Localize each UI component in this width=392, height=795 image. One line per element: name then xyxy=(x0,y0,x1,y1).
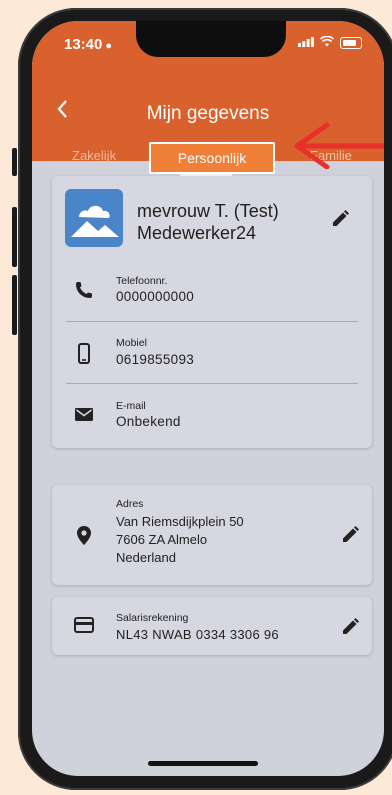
phone-value: 0000000000 xyxy=(116,289,195,304)
profile-card: mevrouw T. (Test) Medewerker24 Telefoonn… xyxy=(52,176,372,448)
notch xyxy=(136,21,286,57)
location-pin-icon xyxy=(74,525,96,547)
phone-side-button-mute xyxy=(12,148,17,176)
mail-icon xyxy=(74,406,96,428)
home-indicator[interactable] xyxy=(148,761,258,766)
image-placeholder-icon xyxy=(65,189,123,247)
email-label: E-mail xyxy=(116,400,146,412)
tab-zakelijk[interactable]: Zakelijk xyxy=(72,148,116,163)
edit-address-icon[interactable] xyxy=(340,525,360,545)
profile-name-line2: Medewerker24 xyxy=(137,223,257,243)
phone-icon xyxy=(74,280,96,302)
divider xyxy=(66,321,358,322)
signal-icon xyxy=(298,35,314,50)
person-icon: ● xyxy=(105,40,113,52)
status-icons xyxy=(298,35,362,50)
battery-icon xyxy=(340,36,362,49)
status-bar-time: 13:40 ● xyxy=(64,36,112,53)
credit-card-icon xyxy=(74,616,96,638)
phone-label: Telefoonnr. xyxy=(116,275,168,287)
wifi-icon xyxy=(319,35,335,50)
edit-bank-icon[interactable] xyxy=(340,617,360,637)
bank-label: Salarisrekening xyxy=(116,612,189,624)
address-label: Adres xyxy=(116,498,144,510)
bank-value: NL43 NWAB 0334 3306 96 xyxy=(116,627,279,642)
mobile-value: 0619855093 xyxy=(116,352,195,367)
bank-account-card: Salarisrekening NL43 NWAB 0334 3306 96 xyxy=(52,597,372,655)
divider xyxy=(66,383,358,384)
status-time-text: 13:40 xyxy=(64,36,103,53)
edit-profile-icon[interactable] xyxy=(330,209,350,229)
address-line1: Van Riemsdijkplein 50 xyxy=(116,514,244,529)
annotation-arrow xyxy=(294,122,384,169)
profile-name: mevrouw T. (Test) Medewerker24 xyxy=(137,200,279,244)
mobile-icon xyxy=(74,343,96,365)
tab-persoonlijk[interactable]: Persoonlijk xyxy=(149,142,275,174)
address-line3: Nederland xyxy=(116,550,176,565)
mobile-label: Mobiel xyxy=(116,337,147,349)
profile-name-line1: mevrouw T. (Test) xyxy=(137,201,279,221)
phone-side-button-volume-up xyxy=(12,207,17,267)
phone-screen: 13:40 ● Mijn gegevens Zakelijk Familie Pe… xyxy=(32,21,384,776)
address-line2: 7606 ZA Almelo xyxy=(116,532,208,547)
address-card: Adres Van Riemsdijkplein 50 7606 ZA Alme… xyxy=(52,485,372,585)
email-value: Onbekend xyxy=(116,414,181,429)
phone-side-button-volume-down xyxy=(12,275,17,335)
